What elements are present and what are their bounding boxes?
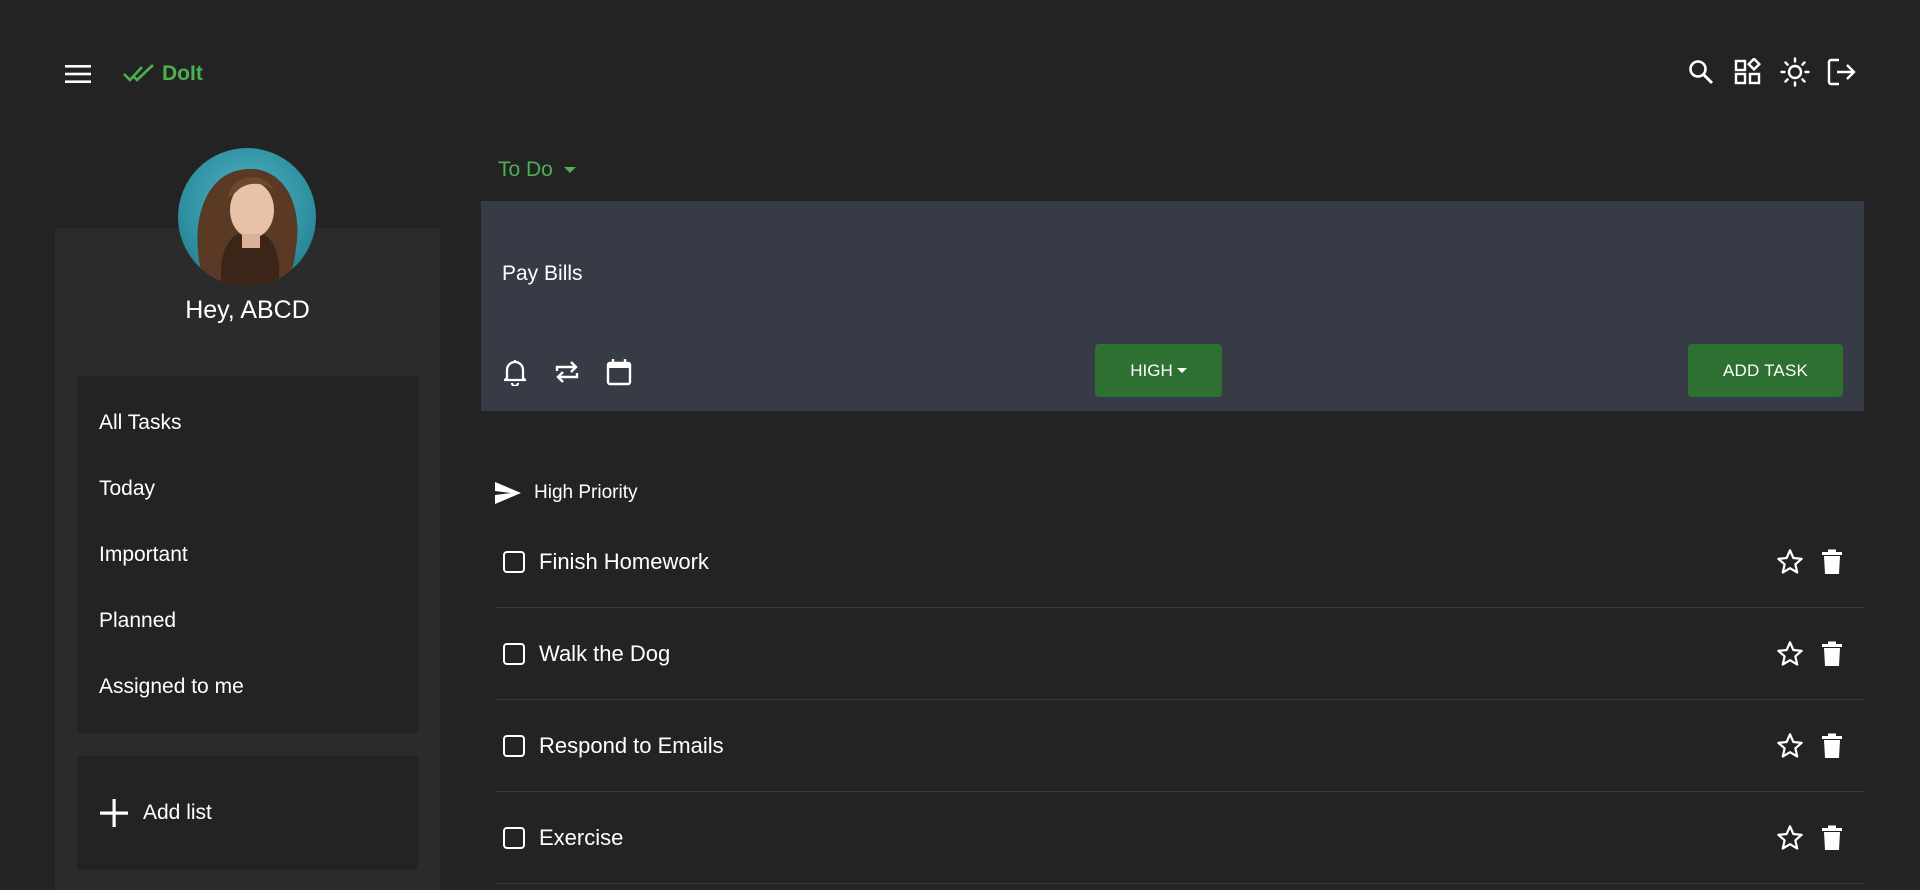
menu-icon (65, 65, 91, 83)
delete-button[interactable] (1816, 638, 1848, 670)
task-row: Walk the Dog (495, 608, 1864, 700)
star-icon (1777, 824, 1803, 850)
task-row: Finish Homework (495, 516, 1864, 608)
composer-tools (498, 355, 636, 389)
task-title: Walk the Dog (539, 640, 671, 666)
task-title: Finish Homework (539, 548, 709, 574)
brand-name: DoIt (162, 62, 203, 85)
task-input[interactable] (502, 256, 1302, 292)
trash-icon (1822, 549, 1842, 574)
repeat-icon (555, 361, 579, 383)
trash-icon (1822, 825, 1842, 850)
task-row: Exercise (495, 792, 1864, 884)
sidebar-item-planned[interactable]: Planned (77, 588, 418, 654)
send-icon (495, 482, 521, 504)
sidebar-item-all-tasks[interactable]: All Tasks (77, 390, 418, 456)
trash-icon (1822, 733, 1842, 758)
apps-button[interactable] (1732, 54, 1764, 90)
reminder-button[interactable] (498, 355, 532, 389)
delete-button[interactable] (1816, 730, 1848, 762)
section-header: High Priority (494, 477, 637, 509)
sidebar-nav: All Tasks Today Important Planned Assign… (77, 376, 418, 733)
task-composer: HIGH ADD TASK (481, 201, 1864, 411)
profile-photo (197, 168, 298, 286)
bell-icon (503, 360, 527, 386)
add-list-button[interactable]: Add list (77, 756, 418, 870)
sidebar-item-important[interactable]: Important (77, 522, 418, 588)
logout-icon (1827, 58, 1856, 86)
greeting: Hey, ABCD (185, 296, 310, 324)
task-actions (1774, 638, 1848, 670)
task-actions (1774, 822, 1848, 854)
brand-logo[interactable]: DoIt (122, 58, 203, 90)
task-checkbox[interactable] (503, 642, 525, 665)
section-title: High Priority (534, 482, 638, 503)
trash-icon (1822, 641, 1842, 666)
star-icon (1777, 732, 1803, 758)
list-selector[interactable]: To Do (498, 154, 577, 186)
header-actions (1685, 54, 1858, 90)
calendar-icon (606, 359, 632, 386)
app-header: DoIt (0, 0, 1920, 145)
task-title: Exercise (539, 824, 624, 850)
sidebar-item-assigned-to-me[interactable]: Assigned to me (77, 654, 418, 720)
star-button[interactable] (1774, 730, 1806, 762)
task-actions (1774, 546, 1848, 578)
star-button[interactable] (1774, 546, 1806, 578)
logout-button[interactable] (1826, 54, 1858, 90)
delete-button[interactable] (1816, 822, 1848, 854)
star-icon (1777, 640, 1803, 666)
task-checkbox[interactable] (503, 826, 525, 849)
task-checkbox[interactable] (503, 734, 525, 757)
task-row: Respond to Emails (495, 700, 1864, 792)
task-list: Finish Homework Walk the Dog Respond to … (495, 516, 1864, 884)
theme-toggle-button[interactable] (1779, 54, 1811, 90)
star-button[interactable] (1774, 822, 1806, 854)
list-name: To Do (498, 158, 553, 181)
widgets-icon (1734, 58, 1762, 85)
menu-button[interactable] (62, 58, 94, 90)
caret-down-icon (563, 167, 576, 173)
avatar[interactable] (178, 148, 316, 286)
task-actions (1774, 730, 1848, 762)
task-title: Respond to Emails (539, 732, 724, 758)
caret-down-icon (1176, 367, 1187, 373)
due-date-button[interactable] (602, 355, 636, 389)
sun-icon (1780, 57, 1810, 87)
priority-dropdown[interactable]: HIGH (1095, 344, 1222, 397)
star-icon (1777, 548, 1803, 574)
star-button[interactable] (1774, 638, 1806, 670)
delete-button[interactable] (1816, 546, 1848, 578)
search-icon (1689, 60, 1714, 85)
sidebar-item-today[interactable]: Today (77, 456, 418, 522)
priority-label: HIGH (1130, 360, 1173, 380)
task-checkbox[interactable] (503, 550, 525, 573)
search-button[interactable] (1685, 54, 1717, 90)
add-list-label: Add list (143, 801, 212, 824)
plus-icon (100, 799, 128, 827)
double-check-icon (123, 64, 154, 82)
add-task-button[interactable]: ADD TASK (1688, 344, 1843, 397)
repeat-button[interactable] (550, 355, 584, 389)
